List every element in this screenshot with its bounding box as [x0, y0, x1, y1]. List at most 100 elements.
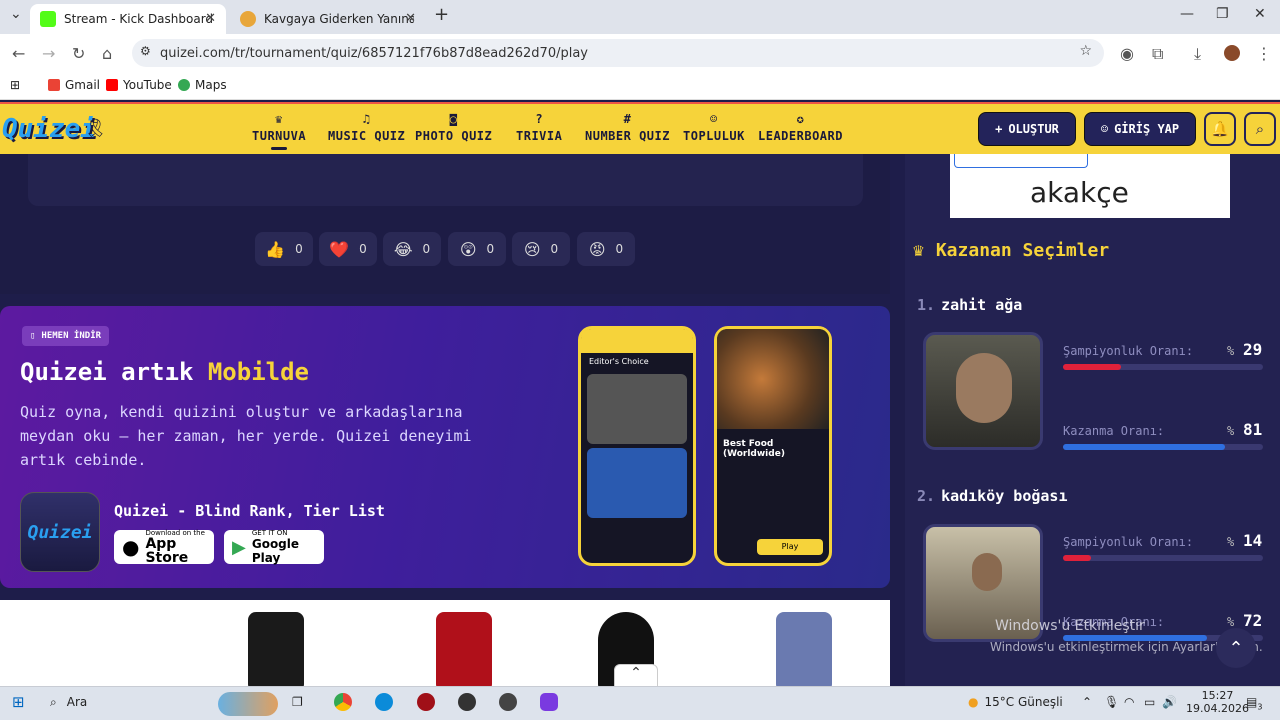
phone-section-label: Editor's Choice	[589, 357, 649, 366]
nav-turnuva[interactable]: ♛ TURNUVA	[252, 112, 306, 150]
winner-name: 1. zahit ağa	[917, 296, 1023, 314]
obs-icon[interactable]	[458, 693, 476, 711]
laughing-icon: 😂	[393, 239, 413, 259]
microphone-icon[interactable]: 🎙	[1104, 695, 1119, 709]
heart-icon: ❤️	[329, 239, 350, 259]
app-icon[interactable]	[417, 693, 435, 711]
bookmark-gmail[interactable]: Gmail	[48, 78, 100, 92]
reaction-like-button[interactable]: 👍 0	[255, 232, 313, 266]
close-window-icon[interactable]: ✕	[1254, 6, 1266, 22]
champion-rate-bar	[1063, 555, 1263, 561]
notification-center-icon[interactable]: ▤3	[1246, 695, 1262, 711]
quizei-app-icon: Quizei	[20, 492, 100, 572]
chrome-profile-icon[interactable]	[540, 693, 558, 711]
create-button[interactable]: + OLUŞTUR	[978, 112, 1076, 146]
winner-photo[interactable]	[923, 332, 1043, 450]
nav-leaderboard[interactable]: ✪ LEADERBOARD	[758, 112, 843, 143]
maximize-icon[interactable]: ❐	[1216, 6, 1229, 22]
reaction-angry-button[interactable]: 😡 0	[577, 232, 635, 266]
akakce-ad[interactable]: akakçe	[950, 154, 1230, 218]
music-icon: ♫	[362, 112, 371, 126]
win-rate-bar	[1063, 444, 1263, 450]
close-tab-icon[interactable]: ✕	[405, 11, 416, 26]
profile-avatar[interactable]	[1224, 45, 1240, 61]
app-icon[interactable]	[499, 693, 517, 711]
windows-start-icon[interactable]: ⊞	[12, 693, 25, 711]
ad-tab	[954, 154, 1088, 168]
reaction-laugh-button[interactable]: 😂 0	[383, 232, 441, 266]
nav-photo-quiz[interactable]: ◙ PHOTO QUIZ	[415, 112, 492, 143]
google-play-icon: ▶	[232, 536, 246, 558]
kick-favicon-icon	[40, 11, 56, 27]
browser-tab-kick[interactable]: Stream - Kick Dashboard ✕	[30, 4, 226, 34]
battery-icon[interactable]: ▭	[1144, 695, 1155, 709]
url-text: quizei.com/tr/tournament/quiz/6857121f76…	[160, 45, 588, 61]
product-microphone-red-image[interactable]	[436, 612, 492, 686]
scroll-to-top-button[interactable]: ⌃	[1216, 628, 1256, 668]
users-icon: ☺	[710, 112, 718, 126]
task-view-icon[interactable]: ❐	[292, 695, 303, 709]
phone-icon: ▯	[30, 331, 36, 341]
promo-title: Quizei artık Mobilde	[20, 358, 309, 386]
wifi-icon[interactable]: ◠	[1124, 695, 1134, 709]
weather-widget[interactable]: ● 15°C Güneşli	[968, 695, 1063, 709]
carousel-up-icon[interactable]: ⌃	[614, 664, 658, 686]
food-image	[717, 329, 829, 429]
nav-topluluk[interactable]: ☺ TOPLULUK	[683, 112, 745, 143]
clock[interactable]: 15:27 19.04.2026	[1186, 689, 1249, 715]
home-icon[interactable]: ⌂	[102, 44, 112, 63]
extension-icon[interactable]: ◉	[1120, 44, 1134, 63]
site-header: Quizei 🎗 ♛ TURNUVA ♫ MUSIC QUIZ ◙ PHOTO QUI…	[0, 102, 1280, 154]
apps-grid-icon[interactable]: ⊞	[10, 78, 20, 92]
bookmark-youtube[interactable]: YouTube	[106, 78, 172, 92]
notification-bell-icon[interactable]: 🔔	[1204, 112, 1236, 146]
winner-name: 2. kadıköy boğası	[917, 487, 1068, 505]
plus-icon: +	[995, 122, 1003, 136]
close-tab-icon[interactable]: ✕	[205, 11, 216, 26]
tray-chevron-icon[interactable]: ⌃	[1082, 695, 1092, 709]
url-input[interactable]: ⚙ quizei.com/tr/tournament/quiz/6857121f…	[132, 39, 1104, 67]
percent-sign: %	[1227, 535, 1235, 549]
site-info-icon[interactable]: ⚙	[140, 44, 151, 58]
search-highlight-image[interactable]	[218, 692, 278, 716]
reaction-wow-button[interactable]: 😲 0	[448, 232, 506, 266]
akakce-logo: akakçe	[1030, 176, 1129, 209]
sun-icon: ●	[968, 695, 979, 709]
login-button[interactable]: ☺ GİRİŞ YAP	[1084, 112, 1196, 146]
minimize-icon[interactable]: —	[1180, 6, 1194, 22]
forward-icon[interactable]: →	[42, 44, 55, 63]
bookmark-maps[interactable]: Maps	[178, 78, 227, 92]
product-webcam-image[interactable]	[776, 612, 832, 686]
nav-number-quiz[interactable]: # NUMBER QUIZ	[585, 112, 670, 143]
win-rate-label: Kazanma Oranı:	[1063, 424, 1165, 438]
extensions-puzzle-icon[interactable]: ⧉	[1152, 44, 1163, 64]
app-store-button[interactable]: ● Download on the App Store	[114, 529, 214, 565]
download-icon[interactable]: ⤓	[1194, 44, 1201, 64]
tab-search-icon[interactable]: ⌄	[10, 6, 22, 22]
product-speaker-image[interactable]	[248, 612, 304, 686]
reload-icon[interactable]: ↻	[72, 44, 85, 63]
champion-rate-fill	[1063, 364, 1121, 370]
win-rate-value: 81	[1243, 420, 1263, 439]
tab-title: Kavgaya Giderken Yanına Kimi Al	[264, 12, 414, 26]
champion-rate-label: Şampiyonluk Oranı:	[1063, 535, 1194, 549]
taskbar-search[interactable]: ⌕ Ara	[50, 695, 87, 710]
new-tab-icon[interactable]: +	[434, 4, 449, 25]
quizei-logo[interactable]: Quizei	[2, 114, 96, 144]
edge-icon[interactable]	[375, 693, 393, 711]
chrome-icon[interactable]	[334, 693, 352, 711]
apple-icon: ●	[122, 535, 140, 559]
volume-icon[interactable]: 🔊	[1162, 695, 1177, 709]
promo-description: Quiz oyna, kendi quizini oluştur ve arka…	[20, 403, 472, 469]
google-play-button[interactable]: ▶ GET IT ON Google Play	[224, 529, 324, 565]
hash-icon: #	[623, 112, 632, 126]
nav-music-quiz[interactable]: ♫ MUSIC QUIZ	[328, 112, 405, 143]
reaction-sad-button[interactable]: 😢 0	[512, 232, 570, 266]
nav-trivia[interactable]: ? TRIVIA	[516, 112, 562, 143]
reaction-love-button[interactable]: ❤️ 0	[319, 232, 377, 266]
menu-icon[interactable]: ⋮	[1256, 44, 1272, 63]
browser-tab-quizei[interactable]: Kavgaya Giderken Yanına Kimi Al ✕	[230, 4, 426, 34]
search-icon[interactable]: ⌕	[1244, 112, 1276, 146]
bookmark-star-icon[interactable]: ☆	[1079, 43, 1092, 59]
back-icon[interactable]: ←	[12, 44, 25, 63]
